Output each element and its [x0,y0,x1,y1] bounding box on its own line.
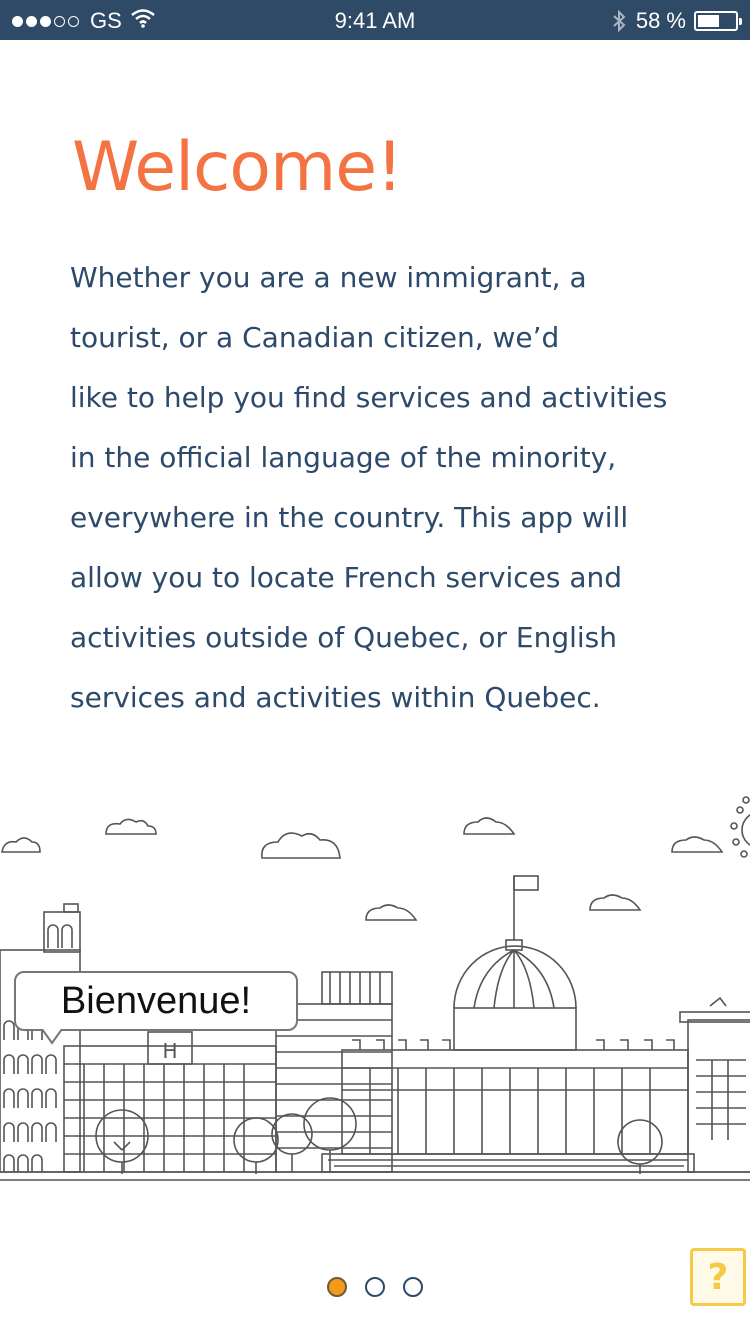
bluetooth-icon [612,10,626,32]
cloud-icon [105,818,157,835]
page-dot-2[interactable] [365,1277,385,1297]
cloud-icon [589,894,642,911]
welcome-text-line: like to help you find services and activ… [70,381,668,414]
welcome-text-line: allow you to locate French services and [70,561,623,594]
cloud-icon [365,904,418,921]
cloud-icon [261,832,341,859]
cloud-icon [463,817,516,835]
battery-level [698,15,719,27]
speech-bubble: Bienvenue! [14,971,298,1031]
sun-icon [730,796,750,858]
welcome-text-line: everywhere in the country. This app will [70,501,629,534]
welcome-text-line: Whether you are a new immigrant, a [70,261,587,294]
hotel-sign: H [162,1039,177,1063]
battery-percent: 58 % [635,8,686,33]
welcome-text-line: tourist, or a Canadian citizen, we’d [70,321,560,354]
welcome-text-line: services and activities within Quebec. [70,681,601,714]
help-icon: ? [707,1256,729,1298]
status-right: 58 % [612,8,742,34]
cloud-icon [1,837,41,853]
speech-bubble-text: Bienvenue! [60,980,252,1022]
welcome-text-line: activities outside of Quebec, or English [70,621,617,654]
battery-icon [694,11,742,31]
status-bar: GS 9:41 AM 58 % [0,0,750,40]
page-indicator [0,1277,750,1297]
speech-bubble-tail [41,1029,63,1045]
welcome-text: Whether you are a new immigrant, a touri… [70,248,700,728]
welcome-text-line: in the official language of the minority… [70,441,617,474]
cloud-icon [671,836,724,853]
page-dot-1[interactable] [327,1277,347,1297]
page-title: Welcome! [72,128,403,207]
tree-icon [233,1117,279,1174]
help-button[interactable]: ? [690,1248,746,1306]
page-dot-3[interactable] [403,1277,423,1297]
